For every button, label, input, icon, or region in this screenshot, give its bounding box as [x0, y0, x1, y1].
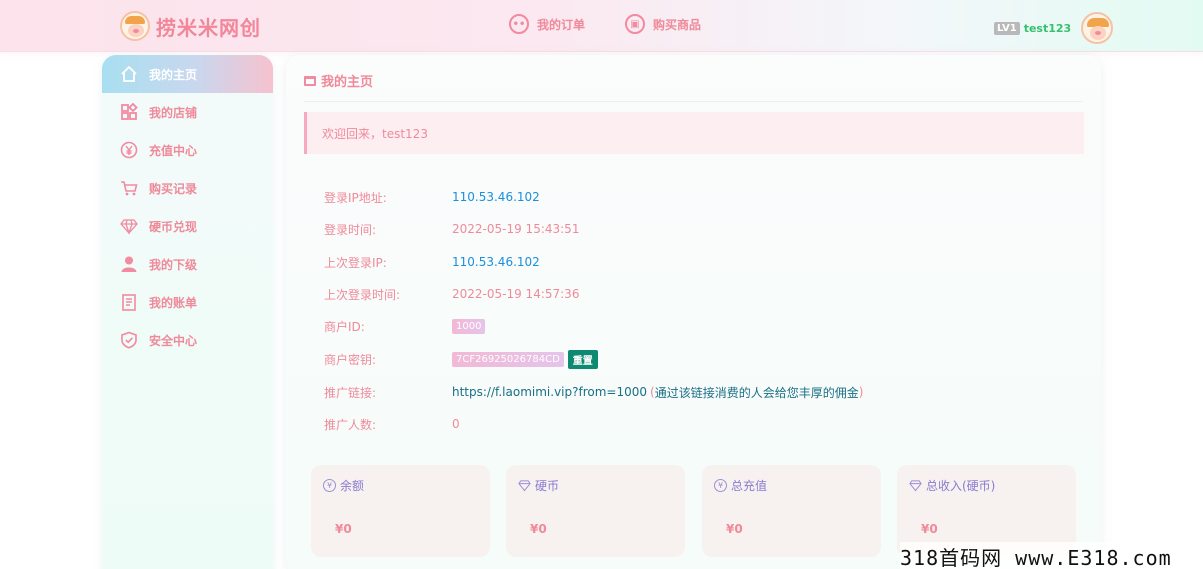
stat-value: ¥0	[726, 522, 743, 536]
info-label: 推广人数:	[324, 417, 377, 432]
promo-note-close: )	[858, 385, 864, 399]
info-label: 上次登录IP:	[324, 255, 387, 270]
sidebar-item-label: 安全中心	[149, 333, 198, 348]
user-icon	[120, 255, 138, 273]
stat-value: ¥0	[921, 522, 938, 536]
merchant-key-value: 7CF26925026784CD	[452, 351, 564, 367]
sidebar-item-label: 我的下级	[149, 257, 198, 272]
page-title: 我的主页	[304, 71, 373, 90]
top-nav: •• 我的订单 ▣ 购买商品	[509, 14, 701, 34]
cart-icon	[120, 179, 138, 197]
user-box[interactable]: LV1 test123	[994, 12, 1114, 44]
merchant-id-value: 1000	[452, 318, 486, 334]
top-header: 捞米米网创 •• 我的订单 ▣ 购买商品 LV1 test123	[0, 0, 1203, 52]
username: test123	[1023, 21, 1072, 35]
chat-icon: ••	[509, 14, 529, 34]
watermark: 318首码网 www.E318.com	[900, 542, 1172, 569]
nav-my-orders[interactable]: •• 我的订单	[509, 14, 585, 34]
sidebar-item-recharge[interactable]: 充值中心	[102, 131, 273, 169]
stat-value: ¥0	[530, 522, 547, 536]
promo-link[interactable]: https://f.laomimi.vip?from=1000	[452, 385, 647, 399]
last-ip-value: 110.53.46.102	[452, 255, 540, 269]
last-time-value: 2022-05-19 14:57:36	[452, 287, 580, 301]
info-row-login-time: 登录时间: 2022-05-19 15:43:51	[324, 221, 579, 237]
nav-buy-products[interactable]: ▣ 购买商品	[625, 14, 701, 34]
sidebar-item-coin-exchange[interactable]: 硬币兑现	[102, 207, 273, 245]
stat-head: 硬币	[518, 477, 559, 494]
info-row-last-ip: 上次登录IP: 110.53.46.102	[324, 254, 540, 270]
stat-head: 总收入(硬币)	[909, 477, 995, 494]
diamond-icon	[518, 479, 531, 492]
sidebar-item-label: 我的店铺	[149, 105, 198, 120]
diamond-icon	[909, 479, 922, 492]
info-label: 登录IP地址:	[324, 190, 387, 205]
yen-icon: ¥	[323, 479, 336, 492]
stat-head: ¥ 总充值	[714, 477, 767, 494]
info-label: 商户密钥:	[324, 352, 377, 367]
sidebar-item-my-shop[interactable]: 我的店铺	[102, 93, 273, 131]
stat-label: 余额	[340, 479, 365, 493]
sidebar-item-label: 我的主页	[149, 67, 198, 82]
grid-icon	[120, 103, 138, 121]
sidebar-item-label: 购买记录	[149, 181, 198, 196]
info-row-last-time: 上次登录时间: 2022-05-19 14:57:36	[324, 286, 579, 302]
welcome-text: 欢迎回来，test123	[322, 126, 428, 141]
brand[interactable]: 捞米米网创	[120, 10, 261, 42]
sidebar-item-subordinates[interactable]: 我的下级	[102, 245, 273, 283]
promo-note: 通过该链接消费的人会给您丰厚的佣金	[654, 385, 859, 400]
stat-card-coins: 硬币 ¥0	[506, 465, 685, 557]
level-badge: LV1	[994, 21, 1020, 35]
stat-label: 总充值	[731, 479, 768, 493]
sidebar-item-bills[interactable]: 我的账单	[102, 283, 273, 321]
sidebar-item-security[interactable]: 安全中心	[102, 321, 273, 359]
bill-icon	[120, 293, 138, 311]
stat-value: ¥0	[335, 522, 352, 536]
nav-buy-products-label: 购买商品	[653, 17, 702, 32]
info-label: 上次登录时间:	[324, 287, 401, 302]
reset-key-button[interactable]: 重置	[567, 349, 598, 369]
login-ip-value: 110.53.46.102	[452, 190, 540, 204]
stat-label: 总收入(硬币)	[926, 479, 996, 493]
sidebar: 我的主页 我的店铺 充值中心 购买记录 硬币兑现 我的下级 我的账单 安全中心	[102, 55, 273, 569]
sidebar-item-purchase-history[interactable]: 购买记录	[102, 169, 273, 207]
brand-name: 捞米米网创	[156, 15, 261, 40]
info-row-promo-link: 推广链接: https://f.laomimi.vip?from=1000 ( …	[324, 384, 863, 400]
info-row-promo-count: 推广人数: 0	[324, 416, 460, 432]
brand-logo-icon	[120, 11, 150, 41]
stat-card-total-recharge: ¥ 总充值 ¥0	[702, 465, 881, 557]
divider	[304, 101, 1083, 102]
login-time-value: 2022-05-19 15:43:51	[452, 222, 580, 236]
page-title-text: 我的主页	[321, 75, 374, 90]
info-row-login-ip: 登录IP地址: 110.53.46.102	[324, 189, 540, 205]
sidebar-item-label: 硬币兑现	[149, 219, 198, 234]
yen-icon: ¥	[714, 479, 727, 492]
info-label: 商户ID:	[324, 319, 365, 334]
home-icon	[120, 65, 138, 83]
info-row-merchant-id: 商户ID: 1000	[324, 318, 486, 334]
sidebar-item-label: 充值中心	[149, 143, 198, 158]
info-row-merchant-key: 商户密钥: 7CF26925026784CD 重置	[324, 349, 598, 369]
info-label: 登录时间:	[324, 222, 377, 237]
avatar[interactable]	[1081, 12, 1114, 44]
stat-card-balance: ¥ 余额 ¥0	[311, 465, 490, 557]
info-label: 推广链接:	[324, 385, 377, 400]
sidebar-item-home[interactable]: 我的主页	[102, 55, 273, 93]
window-icon	[304, 75, 316, 86]
stat-label: 硬币	[535, 479, 560, 493]
welcome-banner: 欢迎回来，test123	[304, 112, 1084, 154]
yen-icon	[120, 141, 138, 159]
shield-icon	[120, 331, 138, 349]
diamond-icon	[120, 217, 138, 235]
sidebar-item-label: 我的账单	[149, 295, 198, 310]
main-panel: 我的主页 欢迎回来，test123 登录IP地址: 110.53.46.102 …	[286, 55, 1101, 569]
promo-count-value: 0	[452, 417, 460, 431]
nav-my-orders-label: 我的订单	[537, 17, 586, 32]
shop-icon: ▣	[625, 14, 646, 34]
stat-head: ¥ 余额	[323, 477, 364, 494]
